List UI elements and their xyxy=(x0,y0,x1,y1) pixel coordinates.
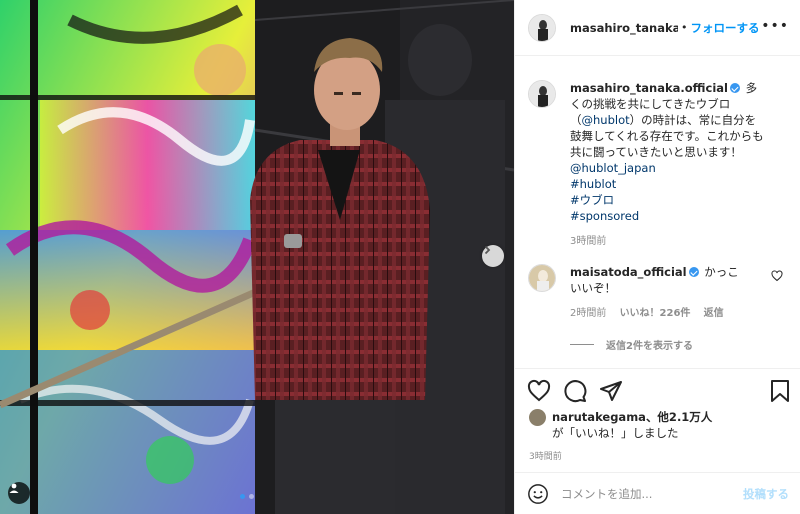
view-replies-label: 返信2件を表示する xyxy=(606,341,693,352)
carousel-dots xyxy=(240,494,254,499)
emoji-icon[interactable] xyxy=(527,483,549,505)
reply-comment: maisatoda_official かっこいいぞ！ 2時間前 いいね！226件… xyxy=(528,264,746,322)
bookmark-icon[interactable] xyxy=(769,379,791,403)
caption-time[interactable]: 3時間前 xyxy=(570,236,606,247)
tag-user-button[interactable] xyxy=(8,482,30,504)
view-replies-button[interactable]: 返信2件を表示する xyxy=(570,337,693,352)
verified-icon xyxy=(688,267,699,277)
reply-likes[interactable]: いいね！226件 xyxy=(620,308,691,319)
tag-user-icon xyxy=(9,483,19,493)
header-separator: • xyxy=(681,21,688,34)
comment-icon[interactable] xyxy=(563,379,587,403)
post-time[interactable]: 3時間前 xyxy=(529,449,562,462)
chevron-right-icon xyxy=(484,245,491,255)
add-comment-bar: 投稿する xyxy=(515,472,800,514)
liked-by-line2: が「いいね！」しました xyxy=(552,426,679,440)
mention-link[interactable]: @hublot xyxy=(582,113,630,127)
comments-list[interactable]: masahiro_tanaka.official 多くの挑戦を共にしてきたウブロ… xyxy=(515,56,800,368)
mention-link[interactable]: @hublot_japan xyxy=(570,160,766,176)
caption-body: masahiro_tanaka.official 多くの挑戦を共にしてきたウブロ… xyxy=(570,80,766,250)
caption-comment: masahiro_tanaka.official 多くの挑戦を共にしてきたウブロ… xyxy=(528,80,766,250)
post-header: masahiro_tanaka.o • フォローする ••• xyxy=(515,0,800,56)
replies-line xyxy=(570,344,594,345)
comment-input[interactable] xyxy=(561,486,731,501)
liked-by-text: narutakegama、他2.1万人 xyxy=(552,409,792,426)
post-panel: masahiro_tanaka.o • フォローする ••• masahiro_… xyxy=(514,0,800,514)
header-username[interactable]: masahiro_tanaka.o xyxy=(570,21,678,35)
reply-meta: 2時間前 いいね！226件 返信 xyxy=(570,306,746,322)
heart-icon[interactable] xyxy=(527,379,551,403)
avatar[interactable] xyxy=(528,264,556,292)
reply-username[interactable]: maisatoda_official xyxy=(570,265,687,279)
liked-by: narutakegama、他2.1万人 xyxy=(529,409,792,426)
post-comment-button[interactable]: 投稿する xyxy=(743,486,789,502)
liked-by-user[interactable]: narutakegama xyxy=(552,410,646,424)
next-photo-button[interactable] xyxy=(482,245,504,267)
liked-by-others[interactable]: 、他2.1万人 xyxy=(646,410,712,424)
heart-icon[interactable] xyxy=(771,270,783,282)
avatar[interactable] xyxy=(529,409,546,426)
avatar-image xyxy=(529,81,555,107)
carousel-dot-active xyxy=(240,494,245,499)
avatar-image xyxy=(529,14,555,41)
carousel-dot xyxy=(249,494,254,499)
reply-body: maisatoda_official かっこいいぞ！ 2時間前 いいね！226件… xyxy=(570,264,746,322)
verified-icon xyxy=(729,83,740,93)
post-actions xyxy=(527,379,623,403)
hashtag-link[interactable]: #ウブロ xyxy=(570,192,766,208)
more-options-button[interactable]: ••• xyxy=(761,18,789,34)
post-actions-area: narutakegama、他2.1万人 が「いいね！」しました 3時間前 xyxy=(515,368,800,472)
avatar[interactable] xyxy=(528,13,556,42)
hashtag-link[interactable]: #sponsored xyxy=(570,208,766,224)
reply-button[interactable]: 返信 xyxy=(704,308,724,319)
reply-time[interactable]: 2時間前 xyxy=(570,308,606,319)
caption-username[interactable]: masahiro_tanaka.official xyxy=(570,81,728,95)
avatar-image xyxy=(529,265,555,291)
post-photo[interactable] xyxy=(0,0,514,514)
avatar[interactable] xyxy=(528,80,556,108)
share-icon[interactable] xyxy=(599,379,623,403)
caption-meta: 3時間前 xyxy=(570,234,766,250)
photo-image xyxy=(0,0,514,514)
hashtag-link[interactable]: #hublot xyxy=(570,176,766,192)
follow-button[interactable]: フォローする xyxy=(691,20,760,36)
